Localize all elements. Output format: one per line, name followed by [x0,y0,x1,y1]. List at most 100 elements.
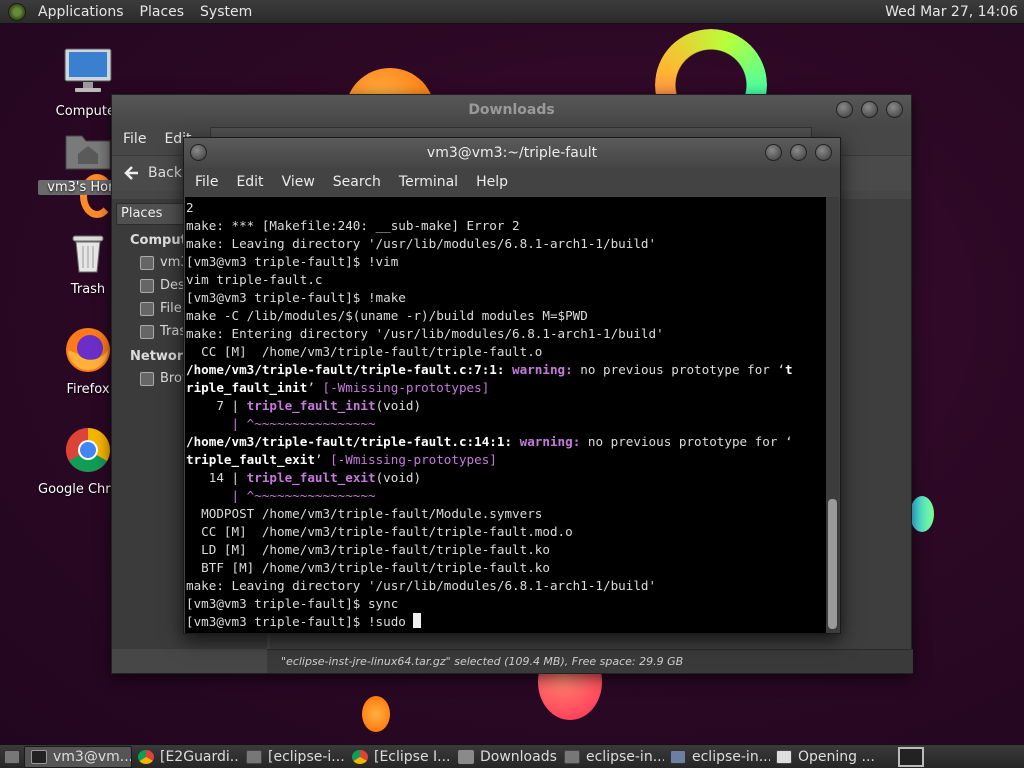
taskbar-item-label: vm3@vm... [53,748,132,765]
menu-search[interactable]: Search [324,174,390,190]
terminal-line: 2 [186,200,194,215]
trash-icon [72,235,104,273]
code-fn: triple_fault_exit [246,470,376,485]
code-rest: (void) [375,470,422,485]
menu-file[interactable]: File [114,131,155,147]
chrome-icon [138,749,154,764]
code-line: 7 | triple_fault_init(void) [186,397,828,415]
warning-flag: [-Wmissing-prototypes] [330,452,497,467]
warning-line-cont: riple_fault_init’ [-Wmissing-prototypes] [186,379,828,397]
minimize-button[interactable] [765,144,782,161]
warning-message: no previous prototype for ‘ [572,362,786,377]
top-panel: Applications Places System Wed Mar 27, 1… [0,0,1024,24]
taskbar-item-eclipse-inst-1[interactable]: eclipse-in... [558,746,664,768]
terminal-window: vm3@vm3:~/triple-fault File Edit View Se… [183,137,841,634]
terminal-line: make: Entering directory '/usr/lib/modul… [186,326,664,341]
terminal-icon [31,749,47,764]
taskbar-item-terminal[interactable]: vm3@vm... [24,745,132,768]
terminal-line: make -C /lib/modules/$(uname -r)/build m… [186,308,588,323]
minimize-button[interactable] [836,101,853,118]
workspace-switcher[interactable] [898,747,924,767]
downloads-titlebar[interactable]: Downloads [112,95,911,125]
warning-quote: ’ [307,380,323,395]
caret-line: | ^~~~~~~~~~~~~~~~~ [186,415,828,433]
terminal-line: BTF [M] /home/vm3/triple-fault/triple-fa… [186,560,550,575]
terminal-line: make: Leaving directory '/usr/lib/module… [186,236,657,251]
taskbar-item-eclipse-installer[interactable]: [eclipse-i... [240,746,346,768]
caret: | ^~~~~~~~~~~~~~~~~ [186,416,376,431]
home-icon [140,255,154,270]
maximize-button[interactable] [790,144,807,161]
show-desktop-button[interactable] [0,746,24,768]
warning-flag: [-Wmissing-prototypes] [322,380,490,395]
taskbar-item-label: Opening ... [798,748,875,765]
warning-fn: riple_fault_init [186,380,308,395]
decor-teal-blob [910,496,934,532]
taskbar-item-label: [E2Guardi... [160,748,240,765]
warning-line: /home/vm3/triple-fault/triple-fault.c:14… [186,433,828,451]
terminal-line: make: Leaving directory '/usr/lib/module… [186,578,657,593]
taskbar-item-label: eclipse-in... [692,748,770,765]
drive-icon [140,301,154,316]
caret: | ^~~~~~~~~~~~~~~~~ [186,488,376,503]
menu-terminal[interactable]: Terminal [390,174,467,190]
menu-help[interactable]: Help [467,174,517,190]
window-icon [564,749,580,764]
taskbar-item-label: eclipse-in... [586,748,664,765]
sidebar-item-home[interactable]: vm3 [140,255,189,270]
menu-view[interactable]: View [273,174,324,190]
code-lineno: 7 | [186,398,247,413]
shell-prompt: [vm3@vm3 triple-fault]$ !sudo [186,614,414,629]
home-folder-icon [65,135,111,170]
maximize-button[interactable] [861,101,878,118]
folder-icon [458,749,474,764]
desktop-icon [140,278,154,293]
taskbar-item-label: Downloads [480,748,557,765]
taskbar-item-eclipse-browser[interactable]: [Eclipse I... [346,746,452,768]
terminal-output[interactable]: 2 make: *** [Makefile:240: __sub-make] Er… [185,197,828,633]
menu-applications[interactable]: Applications [30,0,132,24]
panel-clock[interactable]: Wed Mar 27, 14:06 [885,0,1018,24]
taskbar-item-label: [Eclipse I... [374,748,451,765]
menu-edit[interactable]: Edit [227,174,272,190]
terminal-line: MODPOST /home/vm3/triple-fault/Module.sy… [186,506,543,521]
bottom-taskbar: vm3@vm... [E2Guardi... [eclipse-i... [Ec… [0,744,1024,768]
computer-icon [64,48,112,92]
scrollbar-thumb[interactable] [828,499,837,629]
archive-icon [670,749,686,764]
terminal-line: [vm3@vm3 triple-fault]$ !make [186,290,406,305]
menu-places[interactable]: Places [132,0,193,24]
window-title: vm3@vm3:~/triple-fault [426,145,598,161]
warning-location: /home/vm3/triple-fault/triple-fault.c:7:… [186,362,505,377]
terminal-scrollbar[interactable] [826,197,839,633]
terminal-line: vim triple-fault.c [186,272,323,287]
distro-logo-icon[interactable] [8,2,26,21]
taskbar-item-downloads[interactable]: Downloads [452,746,558,768]
terminal-line: LD [M] /home/vm3/triple-fault/triple-fau… [186,542,550,557]
decor-small-orange-blob [362,696,390,732]
caret-line: | ^~~~~~~~~~~~~~~~~ [186,487,828,505]
close-button[interactable] [815,144,832,161]
terminal-menubar: File Edit View Search Terminal Help [184,168,840,196]
taskbar-item-e2guardian[interactable]: [E2Guardi... [132,746,240,768]
code-line: 14 | triple_fault_exit(void) [186,469,828,487]
taskbar-item-opening[interactable]: Opening ... [770,746,876,768]
close-button[interactable] [886,101,903,118]
chrome-icon [352,749,368,764]
terminal-titlebar[interactable]: vm3@vm3:~/triple-fault [184,138,840,168]
taskbar-item-eclipse-inst-2[interactable]: eclipse-in... [664,746,770,768]
window-menu-button[interactable] [190,144,207,161]
back-button[interactable]: Back [122,164,182,182]
chrome-icon [66,428,110,472]
terminal-line: CC [M] /home/vm3/triple-fault/triple-fau… [186,344,543,359]
warning-label: warning: [519,434,581,449]
menu-system[interactable]: System [192,0,260,24]
terminal-line: [vm3@vm3 triple-fault]$ sync [186,596,399,611]
prompt-line: [vm3@vm3 triple-fault]$ !sudo [186,613,828,631]
window-title: Downloads [468,102,555,118]
show-desktop-icon [4,749,20,764]
menu-file[interactable]: File [186,174,227,190]
code-rest: (void) [375,398,422,413]
warning-label: warning: [512,362,573,377]
back-label: Back [148,165,182,181]
